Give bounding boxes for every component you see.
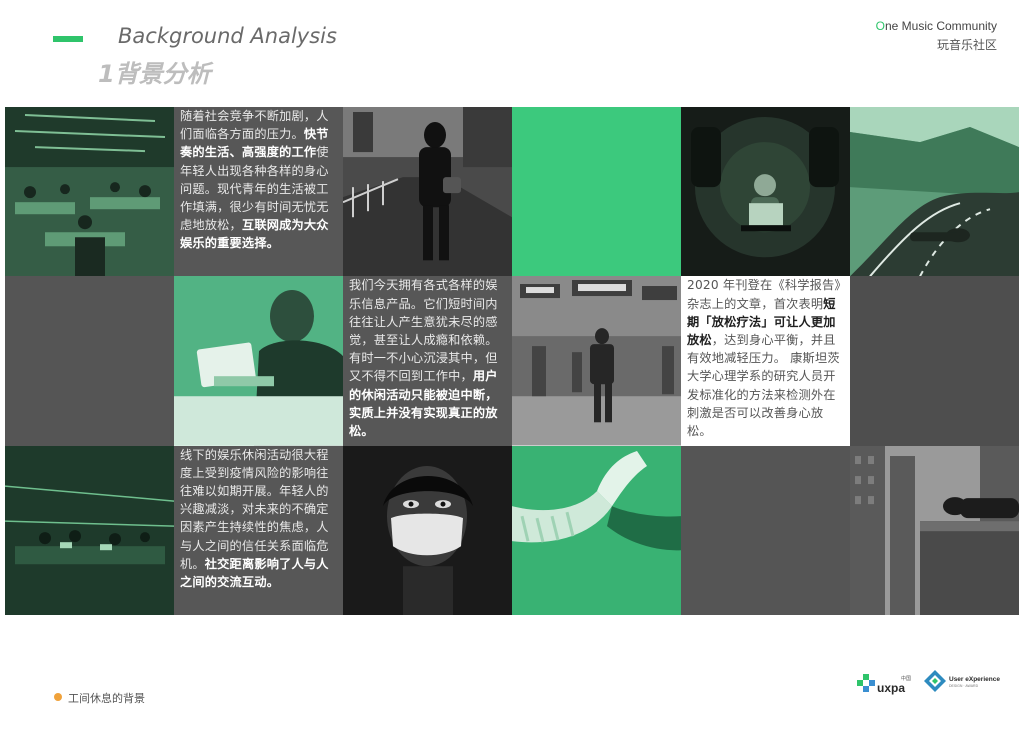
page-title-en: Background Analysis: [118, 24, 337, 48]
photo-elbow-bump: [512, 445, 681, 615]
green-color-tile: [512, 107, 681, 277]
text-pandemic-body: 线下的娱乐休闲活动很大程度上受到疫情风险的影响往往难以如期开展。年轻人的兴趣减淡…: [180, 447, 329, 571]
text-entertainment-body: 我们今天拥有各式各样的娱乐信息产品。它们短时间内往往让人产生意犹未尽的感觉，甚至…: [349, 278, 498, 384]
photo-child-laptop-dark: [681, 107, 850, 277]
text-block-entertainment: 我们今天拥有各式各样的娱乐信息产品。它们短时间内往往让人产生意犹未尽的感觉，甚至…: [343, 276, 512, 446]
photo-office-workers: [5, 107, 174, 277]
footer-label: 工间休息的背景: [68, 692, 145, 705]
photo-woman-resting-ledge: [850, 445, 1019, 615]
page-title-cn: 1背景分析: [98, 60, 211, 88]
text-block-pressure: 随着社会竞争不断加剧，人们面临各方面的压力。快节奏的生活、高强度的工作使年轻人出…: [174, 107, 343, 277]
brand-name-en: One Music Community: [876, 19, 997, 33]
gray-color-tile-2: [850, 276, 1019, 446]
photo-man-tablet: [174, 276, 343, 446]
user-experience-award-logo: User eXperience DESIGN · AWARD: [922, 668, 1000, 696]
title-accent-bar: [53, 36, 83, 42]
photo-dark-office-green: [5, 445, 174, 615]
uxpa-china-logo: uxpa 中国: [857, 668, 913, 696]
brand-initial: O: [875, 19, 885, 33]
gray-color-tile-3: [681, 445, 850, 615]
text-research-intro: 2020 年刊登在《科学报告》杂志上的文章，首次表明: [687, 278, 841, 311]
gray-color-tile-1: [5, 276, 174, 446]
uxpa-logo-text: uxpa: [877, 681, 905, 695]
text-block-pandemic: 线下的娱乐休闲活动很大程度上受到疫情风险的影响往往难以如期开展。年轻人的兴趣减淡…: [174, 445, 343, 615]
photo-man-walking-bridge: [343, 107, 512, 277]
ux-logo-title: User eXperience: [949, 676, 1000, 683]
footer-bullet-dot: [54, 693, 62, 701]
brand-rest: ne Music Community: [884, 19, 997, 33]
photo-masked-face-phone: [343, 445, 512, 615]
photo-person-lying-road: [850, 107, 1019, 277]
text-research-body: ，达到身心平衡，并且有效地减轻压力。 康斯坦茨大学心理学系的研究人员开发标准化的…: [687, 332, 840, 438]
photo-grid: 随着社会竞争不断加剧，人们面临各方面的压力。快节奏的生活、高强度的工作使年轻人出…: [5, 107, 1019, 615]
brand-name-cn: 玩音乐社区: [936, 38, 997, 52]
uxpa-logo-china: 中国: [901, 675, 911, 682]
photo-street-crowd-masks: [512, 276, 681, 446]
text-block-research: 2020 年刊登在《科学报告》杂志上的文章，首次表明短期「放松疗法」可让人更加放…: [681, 276, 850, 446]
ux-logo-subtitle: DESIGN · AWARD: [949, 684, 979, 688]
